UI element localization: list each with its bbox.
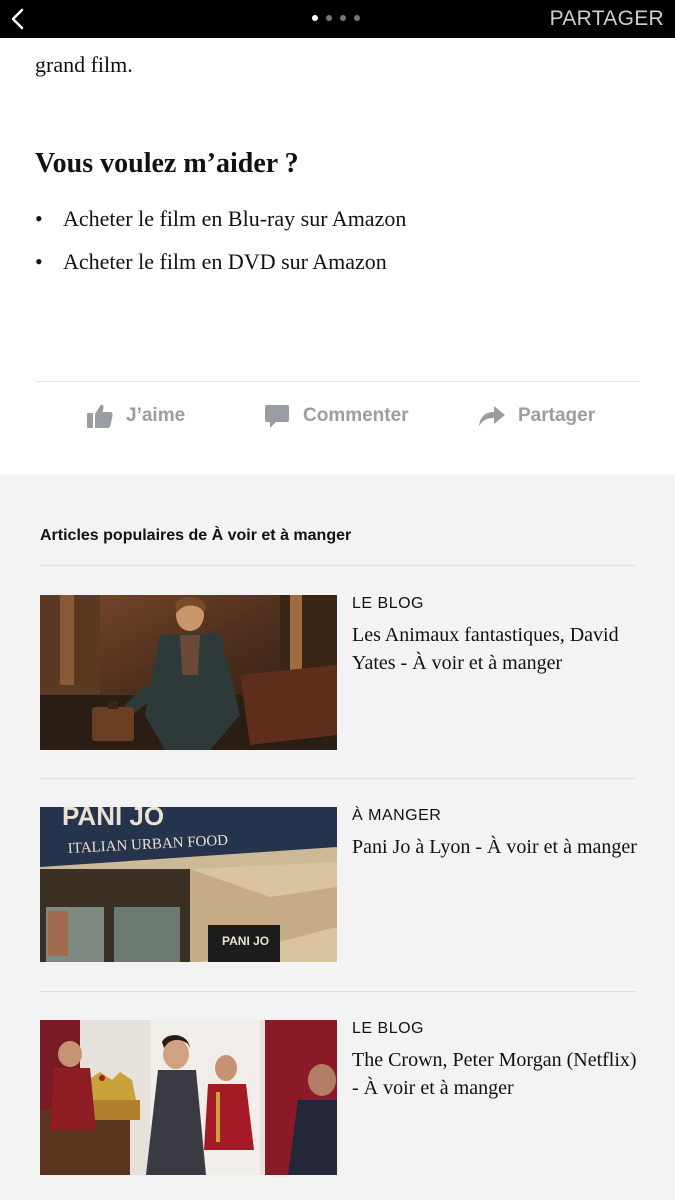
popular-heading: Articles populaires de À voir et à mange… [40, 527, 352, 544]
image-text: PANI JO [62, 807, 164, 831]
page-indicator[interactable] [312, 15, 360, 21]
page-dot[interactable] [354, 15, 360, 21]
back-icon[interactable] [6, 4, 30, 34]
comment-label: Commenter [303, 405, 409, 426]
like-label: J’aime [126, 405, 186, 426]
like-button[interactable]: J’aime [86, 396, 185, 436]
article-card[interactable]: LE BLOG Les Animaux fantastiques, David … [40, 595, 635, 751]
comment-button[interactable]: Commenter [263, 396, 409, 436]
article-card[interactable]: PANI JO ITALIAN URBAN FOOD PANI JO À MAN… [40, 807, 637, 963]
article-card[interactable]: LE BLOG The Crown, Peter Morgan (Netflix… [40, 1020, 637, 1176]
buy-link-label[interactable]: Acheter le film en DVD sur Amazon [63, 249, 387, 274]
share-arrow-icon [478, 404, 506, 428]
card-title[interactable]: Les Animaux fantastiques, David Yates - … [352, 621, 637, 677]
share-action-button[interactable]: Partager [478, 396, 595, 436]
top-bar: PARTAGER [0, 0, 675, 38]
bullet: • [35, 249, 43, 274]
page-dot[interactable] [312, 15, 318, 21]
divider [40, 991, 635, 992]
card-category: À MANGER [352, 807, 442, 824]
card-title[interactable]: Pani Jo à Lyon - À voir et à manger [352, 833, 637, 861]
share-label: Partager [518, 405, 596, 426]
divider [40, 565, 635, 566]
article-body: grand film. Vous voulez m’aider ? • Ache… [0, 38, 675, 475]
article-text: grand film. [35, 52, 133, 77]
buy-link-label[interactable]: Acheter le film en Blu-ray sur Amazon [63, 206, 406, 231]
divider [40, 778, 635, 779]
buy-link-bluray[interactable]: • Acheter le film en Blu-ray sur Amazon [35, 206, 406, 249]
card-category: LE BLOG [352, 1020, 424, 1037]
buy-links-list: • Acheter le film en Blu-ray sur Amazon … [35, 206, 406, 292]
action-bar: J’aime Commenter Partager [0, 396, 675, 436]
divider [35, 381, 640, 382]
comment-icon [263, 403, 291, 429]
thumbs-up-icon [86, 403, 114, 429]
card-category: LE BLOG [352, 595, 424, 612]
article-thumbnail[interactable]: PANI JO ITALIAN URBAN FOOD PANI JO [40, 807, 337, 962]
article-thumbnail[interactable] [40, 1020, 337, 1175]
card-title[interactable]: The Crown, Peter Morgan (Netflix) - À vo… [352, 1046, 637, 1102]
article-thumbnail[interactable] [40, 595, 337, 750]
buy-link-dvd[interactable]: • Acheter le film en DVD sur Amazon [35, 249, 406, 292]
popular-articles: Articles populaires de À voir et à mange… [0, 475, 675, 1200]
image-text: PANI JO [222, 934, 269, 948]
page-dot[interactable] [326, 15, 332, 21]
bullet: • [35, 206, 43, 231]
page-dot[interactable] [340, 15, 346, 21]
share-button[interactable]: PARTAGER [550, 7, 664, 31]
section-heading: Vous voulez m’aider ? [35, 148, 299, 179]
